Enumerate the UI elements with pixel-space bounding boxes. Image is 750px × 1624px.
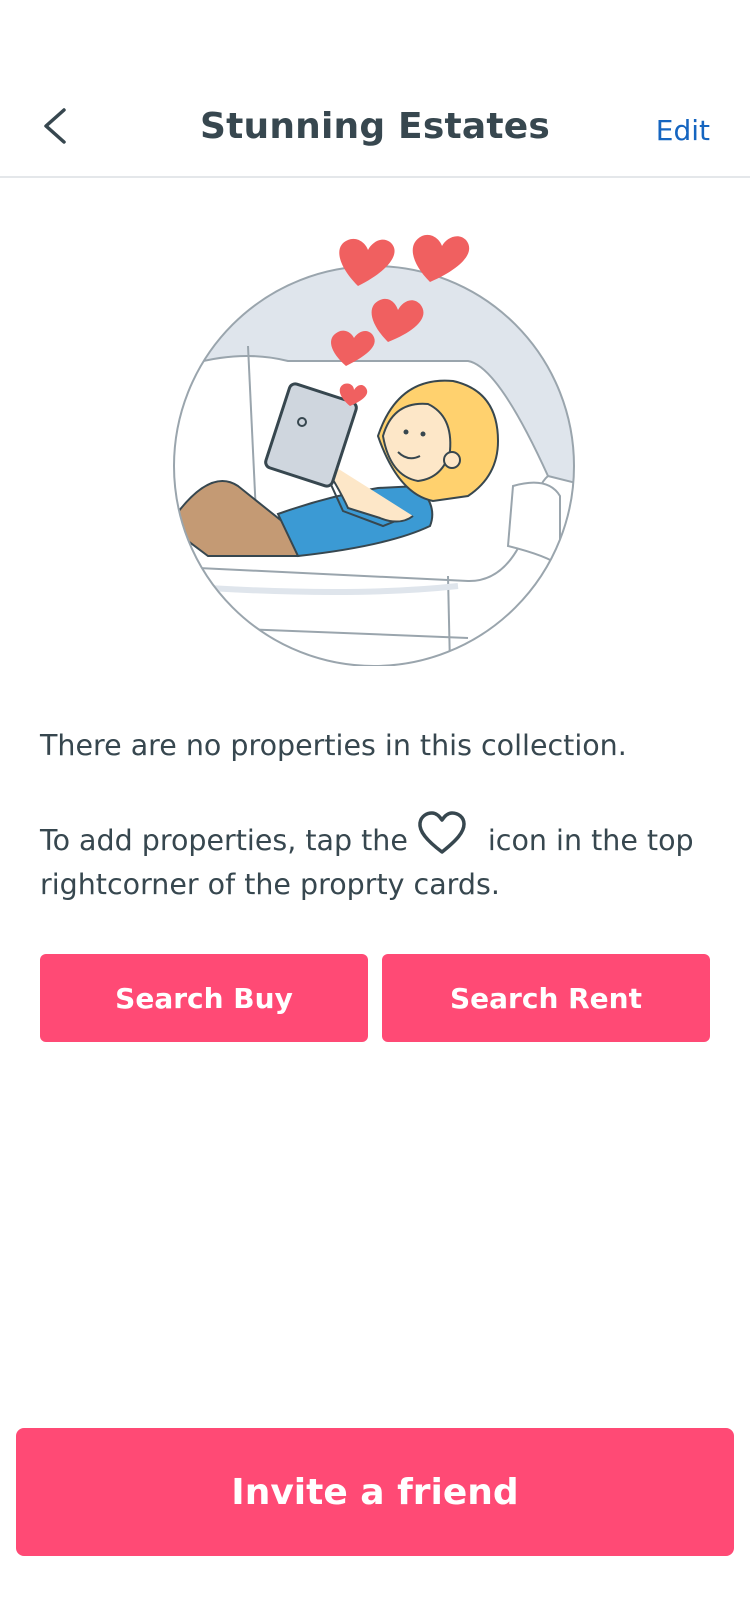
add-properties-hint: To add properties, tap the icon in the to… <box>40 810 720 907</box>
search-rent-button[interactable]: Search Rent <box>382 954 710 1042</box>
page-title: Stunning Estates <box>199 106 551 147</box>
search-buy-button[interactable]: Search Buy <box>40 954 368 1042</box>
heart-outline-icon <box>418 811 466 854</box>
search-actions: Search Buy Search Rent <box>40 954 710 1042</box>
hint-text-before: To add properties, tap the <box>40 824 408 857</box>
edit-button[interactable]: Edit <box>656 114 710 147</box>
app-header: Stunning Estates Edit <box>0 0 750 178</box>
invite-friend-button[interactable]: Invite a friend <box>16 1428 734 1556</box>
empty-collection-message: There are no properties in this collecti… <box>40 729 627 762</box>
empty-collection-illustration <box>173 234 575 666</box>
